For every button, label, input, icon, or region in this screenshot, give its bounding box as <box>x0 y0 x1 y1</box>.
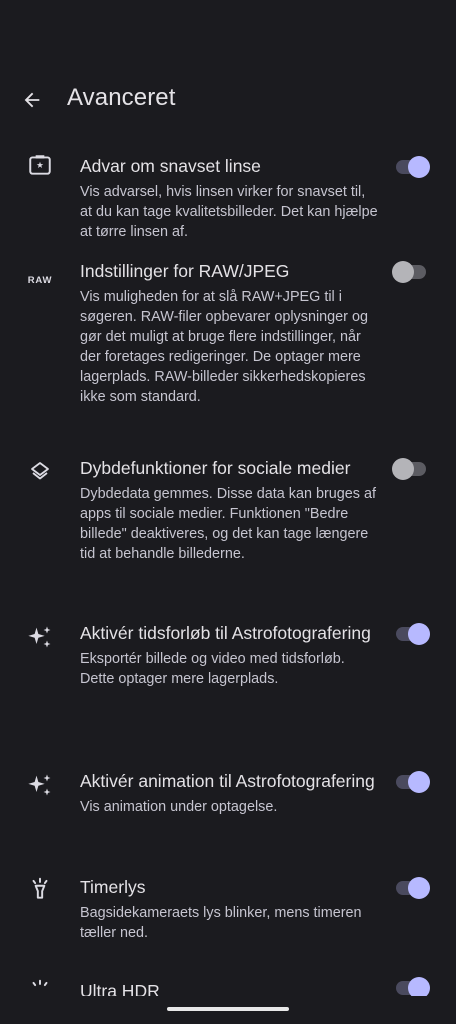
setting-title: Timerlys <box>80 877 146 897</box>
setting-description: Bagsidekameraets lys blinker, mens timer… <box>80 905 362 941</box>
timer-light-icon <box>24 875 56 903</box>
setting-title: Aktivér tidsforløb til Astrofotograferin… <box>80 623 371 643</box>
lens-warning-icon <box>24 151 56 179</box>
setting-title: Dybdefunktioner for sociale medier <box>80 458 351 478</box>
setting-description: Vis advarsel, hvis linsen virker for sna… <box>80 184 378 240</box>
setting-row-dirty-lens[interactable]: Advar om snavset linse Vis advarsel, hvi… <box>0 143 456 259</box>
page-title: Avanceret <box>67 84 176 111</box>
gesture-nav-handle[interactable] <box>167 1007 289 1011</box>
setting-row-raw-jpeg[interactable]: RAW Indstillinger for RAW/JPEG Vis mulig… <box>0 259 456 456</box>
sparkle-icon <box>24 771 56 799</box>
setting-title: Aktivér animation til Astrofotografering <box>80 771 375 791</box>
setting-description: Vis muligheden for at slå RAW+JPEG til i… <box>80 289 368 405</box>
sparkle-icon <box>24 623 56 651</box>
dirty-lens-toggle[interactable] <box>392 155 432 179</box>
setting-row-astro-timelapse[interactable]: Aktivér tidsforløb til Astrofotograferin… <box>0 621 456 769</box>
setting-title: Indstillinger for RAW/JPEG <box>80 261 290 281</box>
astro-timelapse-toggle[interactable] <box>392 622 432 646</box>
setting-description: Dybdedata gemmes. Disse data kan bruges … <box>80 486 376 562</box>
top-app-bar: Avanceret <box>0 76 456 124</box>
timer-light-toggle[interactable] <box>392 876 432 900</box>
social-depth-toggle[interactable] <box>392 457 432 481</box>
advanced-settings-screen: Avanceret Advar om snavset linse Vis adv… <box>0 0 456 1024</box>
arrow-back-icon <box>24 92 40 108</box>
astro-animation-toggle[interactable] <box>392 770 432 794</box>
setting-description: Eksportér billede og video med tidsforlø… <box>80 651 345 687</box>
back-button[interactable] <box>14 82 50 118</box>
raw-icon: RAW <box>27 274 53 286</box>
setting-row-social-depth[interactable]: Dybdefunktioner for sociale medier Dybde… <box>0 456 456 621</box>
settings-list: Advar om snavset linse Vis advarsel, hvi… <box>0 143 456 1024</box>
setting-title: Advar om snavset linse <box>80 156 261 176</box>
layers-icon <box>24 457 56 485</box>
raw-jpeg-toggle[interactable] <box>392 260 432 284</box>
setting-row-astro-animation[interactable]: Aktivér animation til Astrofotografering… <box>0 769 456 875</box>
setting-description: Vis animation under optagelse. <box>80 799 278 815</box>
setting-row-timer-light[interactable]: Timerlys Bagsidekameraets lys blinker, m… <box>0 875 456 981</box>
